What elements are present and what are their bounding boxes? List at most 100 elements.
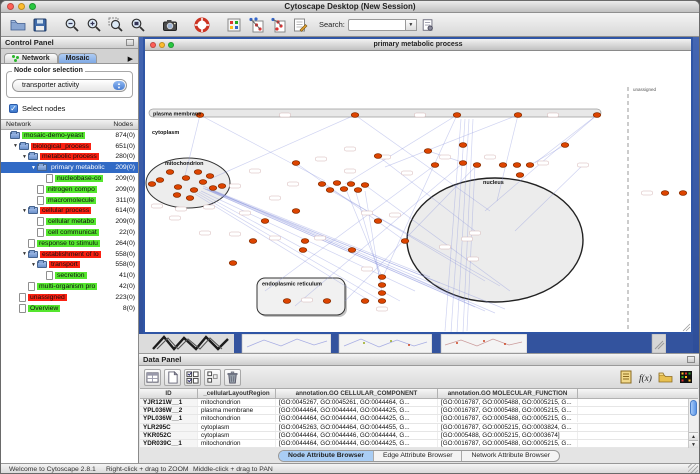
tree-row[interactable]: ▼primary metabolic209(0) [1, 162, 138, 173]
expand-arrow-icon[interactable]: ▼ [21, 208, 28, 214]
graph-node[interactable] [378, 283, 385, 288]
region-plasma-membrane[interactable] [149, 109, 601, 117]
tab-overflow-icon[interactable]: ▶ [125, 55, 136, 63]
graph-node[interactable] [401, 239, 408, 244]
attribute-report-icon[interactable] [617, 369, 634, 386]
tree-row[interactable]: nucleobase-co209(0) [1, 173, 138, 184]
annotation-icon[interactable] [289, 15, 311, 35]
minimize-view-icon[interactable] [159, 42, 165, 48]
float-panel-icon[interactable] [126, 39, 134, 46]
node-color-dropdown[interactable]: transporter activity ▲▼ [12, 79, 127, 92]
table-row[interactable]: YKR052Ccytoplasm[GO:0044464, GO:0044446,… [140, 432, 688, 440]
zoom-window-icon[interactable] [29, 3, 36, 10]
tree-row[interactable]: Overview8(0) [1, 303, 138, 314]
snapshot-icon[interactable] [159, 15, 181, 35]
graph-node[interactable] [326, 188, 333, 193]
graph-node[interactable] [526, 163, 533, 168]
attribute-subset-icon[interactable] [204, 369, 221, 386]
graph-node[interactable] [378, 299, 385, 304]
tree-row[interactable]: cellular metabo209(0) [1, 216, 138, 227]
table-row[interactable]: YDR039C__1mitochondrion[GO:0044464, GO:0… [140, 440, 688, 448]
graph-node[interactable] [206, 174, 213, 179]
graph-node[interactable] [361, 299, 368, 304]
close-view-icon[interactable] [150, 42, 156, 48]
graph-node[interactable] [513, 163, 520, 168]
scrollbar-thumb[interactable] [690, 400, 697, 416]
search-dropdown-icon[interactable]: ▼ [406, 19, 417, 31]
expand-arrow-icon[interactable]: ▼ [30, 262, 37, 268]
expand-arrow-icon[interactable]: ▼ [21, 251, 28, 257]
tree-row[interactable]: ▼biological_process651(0) [1, 141, 138, 152]
zoom-selected-icon[interactable] [105, 15, 127, 35]
formula-icon[interactable]: f(x) [637, 369, 654, 386]
expand-arrow-icon[interactable]: ▼ [30, 165, 37, 171]
zoom-out-icon[interactable] [61, 15, 83, 35]
graph-node[interactable] [156, 178, 163, 183]
close-window-icon[interactable] [7, 3, 14, 10]
graph-node[interactable] [218, 184, 225, 189]
save-icon[interactable] [29, 15, 51, 35]
graph-node[interactable] [333, 181, 340, 186]
graph-node[interactable] [340, 187, 347, 192]
tab-network[interactable]: Network [4, 53, 58, 63]
tab-node-attribute-browser[interactable]: Node Attribute Browser [279, 451, 374, 461]
select-attributes-icon[interactable] [144, 369, 161, 386]
graph-node[interactable] [323, 299, 330, 304]
graph-node[interactable] [229, 261, 236, 266]
tree-row[interactable]: cell communicat22(0) [1, 227, 138, 238]
network-overlay-icon-1[interactable] [245, 15, 267, 35]
search-options-icon[interactable] [417, 15, 439, 35]
tree-row[interactable]: ▼transport558(0) [1, 260, 138, 271]
open-file-icon[interactable] [7, 15, 29, 35]
tree-row[interactable]: macromolecule311(0) [1, 195, 138, 206]
graph-node[interactable] [516, 173, 523, 178]
table-row[interactable]: YLR295Ccytoplasm[GO:0045263, GO:0044464,… [140, 424, 688, 432]
help-icon[interactable] [191, 15, 213, 35]
tab-network-attribute-browser[interactable]: Network Attribute Browser [462, 451, 559, 461]
graph-node[interactable] [378, 275, 385, 280]
graph-node[interactable] [148, 182, 155, 187]
column-header[interactable]: ID [140, 389, 198, 398]
tree-row[interactable]: response to stimulu264(0) [1, 238, 138, 249]
network-overlay-icon-2[interactable] [267, 15, 289, 35]
heatmap-icon[interactable] [677, 369, 694, 386]
graph-node[interactable] [209, 186, 216, 191]
delete-attribute-icon[interactable] [224, 369, 241, 386]
float-data-panel-icon[interactable] [687, 356, 695, 363]
tab-edge-attribute-browser[interactable]: Edge Attribute Browser [374, 451, 463, 461]
tab-mosaic[interactable]: Mosaic [58, 53, 98, 63]
search-input[interactable] [348, 19, 406, 31]
graph-node[interactable] [453, 113, 460, 118]
graph-node[interactable] [194, 170, 201, 175]
graph-node[interactable] [348, 248, 355, 253]
attribute-matrix-icon[interactable] [184, 369, 201, 386]
vizmapper-icon[interactable] [223, 15, 245, 35]
zoom-in-icon[interactable] [83, 15, 105, 35]
graph-node[interactable] [283, 299, 290, 304]
graph-node[interactable] [431, 163, 438, 168]
graph-node[interactable] [459, 161, 466, 166]
tree-row[interactable]: ▼cellular process614(0) [1, 206, 138, 217]
create-attribute-icon[interactable] [164, 369, 181, 386]
graph-node[interactable] [459, 143, 466, 148]
expand-arrow-icon[interactable]: ▼ [12, 143, 19, 149]
expand-arrow-icon[interactable]: ▼ [21, 154, 28, 160]
graph-node[interactable] [182, 176, 189, 181]
graph-node[interactable] [299, 248, 306, 253]
import-attributes-icon[interactable] [657, 369, 674, 386]
graph-node[interactable] [186, 196, 193, 201]
graph-node[interactable] [190, 188, 197, 193]
tree-row[interactable]: ▼metabolic process280(0) [1, 152, 138, 163]
graph-node[interactable] [661, 191, 668, 196]
scroll-up-icon[interactable]: ▲ [689, 432, 698, 440]
scroll-down-icon[interactable]: ▼ [689, 440, 698, 448]
minimize-window-icon[interactable] [18, 3, 25, 10]
tree-row[interactable]: unassigned223(0) [1, 292, 138, 303]
graph-node[interactable] [166, 170, 173, 175]
graph-node[interactable] [318, 182, 325, 187]
graph-node[interactable] [424, 149, 431, 154]
graph-node[interactable] [261, 219, 268, 224]
table-scrollbar[interactable]: ▲ ▼ [688, 399, 698, 448]
graph-node[interactable] [473, 163, 480, 168]
graph-node[interactable] [361, 183, 368, 188]
